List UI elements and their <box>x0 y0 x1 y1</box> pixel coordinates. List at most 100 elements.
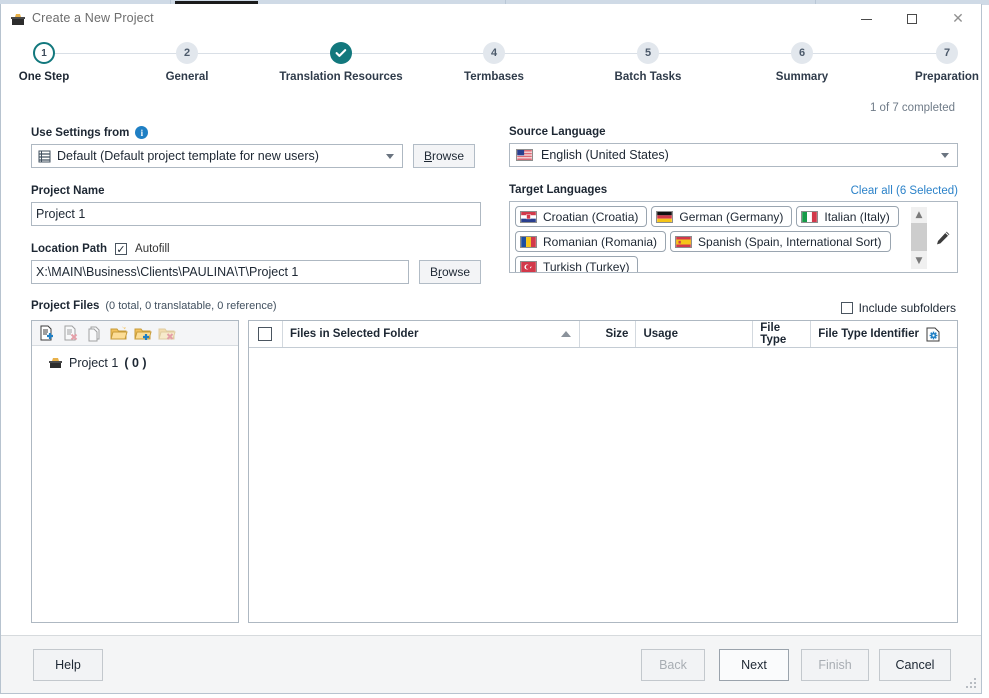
target-languages-box[interactable]: Croatian (Croatia) German (Germany) Ital… <box>509 201 958 273</box>
project-name-value: Project 1 <box>36 207 86 221</box>
clear-all-link[interactable]: Clear all (6 Selected) <box>851 185 958 197</box>
steps-completed-note: 1 of 7 completed <box>869 102 955 114</box>
source-language-dropdown[interactable]: English (United States) <box>509 143 958 167</box>
flag-de-icon <box>656 210 674 223</box>
select-all-checkbox[interactable] <box>258 327 273 341</box>
column-settings-icon[interactable] <box>926 327 940 342</box>
remove-folder-icon <box>157 324 176 343</box>
add-file-icon[interactable] <box>37 324 56 343</box>
chip-german[interactable]: German (Germany) <box>651 206 793 227</box>
chip-croatian-label: Croatian (Croatia) <box>543 209 639 224</box>
grid-col-size[interactable]: Size <box>580 321 637 347</box>
chip-spanish-label: Spanish (Spain, International Sort) <box>698 234 882 249</box>
grid-col-file-type-identifier-label: File Type Identifier <box>818 328 919 340</box>
chip-croatian[interactable]: Croatian (Croatia) <box>515 206 648 227</box>
target-languages-scrollbar[interactable]: ▲ ▼ <box>911 207 927 269</box>
maximize-button[interactable] <box>889 4 935 34</box>
include-subfolders-checkbox[interactable] <box>840 302 853 314</box>
browse-location-button[interactable]: Browse <box>419 260 481 284</box>
step-6-label: Summary <box>775 71 829 83</box>
grid-col-usage-label: Usage <box>643 328 678 340</box>
step-3-translation-resources[interactable]: Translation Resources <box>261 42 421 83</box>
step-2-badge: 2 <box>176 42 198 64</box>
step-7-preparation[interactable]: 7 Preparation <box>907 42 987 83</box>
use-settings-from-value: Default (Default project template for ne… <box>57 149 319 163</box>
browse-settings-accel: B <box>423 149 432 163</box>
flag-it-icon <box>801 210 819 223</box>
minimize-button[interactable] <box>843 4 889 34</box>
tree-node-project[interactable]: Project 1 ( 0 ) <box>32 346 238 370</box>
step-2-general[interactable]: 2 General <box>147 42 227 83</box>
step-1-one-step[interactable]: 1 One Step <box>4 42 84 83</box>
project-files-label: Project Files <box>31 300 100 312</box>
grid-select-all-header[interactable] <box>249 321 283 347</box>
chip-italian-label: Italian (Italy) <box>824 209 890 224</box>
project-name-label: Project Name <box>31 185 105 197</box>
folder-tree-toolbar <box>32 321 238 346</box>
chip-romanian[interactable]: Romanian (Romania) <box>515 231 667 252</box>
pencil-icon[interactable] <box>935 230 951 246</box>
use-settings-from-text: Use Settings from <box>31 126 130 139</box>
step-4-termbases[interactable]: 4 Termbases <box>454 42 534 83</box>
step-7-label: Preparation <box>915 71 979 83</box>
step-5-batch-tasks[interactable]: 5 Batch Tasks <box>608 42 688 83</box>
scroll-up-icon[interactable]: ▲ <box>911 207 927 223</box>
project-files-counts: (0 total, 0 translatable, 0 reference) <box>105 300 277 312</box>
cancel-button[interactable]: Cancel <box>879 649 951 681</box>
location-path-input[interactable]: X:\MAIN\Business\Clients\PAULINA\T\Proje… <box>31 260 409 284</box>
files-grid-body[interactable] <box>249 348 957 622</box>
open-folder-icon[interactable] <box>109 324 128 343</box>
chip-turkish[interactable]: Turkish (Turkey) <box>515 256 639 273</box>
include-subfolders-label: Include subfolders <box>858 301 956 315</box>
project-name-input[interactable]: Project 1 <box>31 202 481 226</box>
chip-turkish-label: Turkish (Turkey) <box>543 259 630 273</box>
flag-es-icon <box>675 235 693 248</box>
chip-german-label: German (Germany) <box>679 209 784 224</box>
scrollbar-thumb[interactable] <box>911 223 927 251</box>
use-settings-from-label: Use Settings from i <box>31 126 481 139</box>
location-path-text: Location Path <box>31 243 108 255</box>
use-settings-from-dropdown[interactable]: Default (Default project template for ne… <box>31 144 403 168</box>
check-icon: ✓ <box>116 242 126 256</box>
grid-col-file-type[interactable]: File Type <box>753 321 812 347</box>
step-6-badge: 6 <box>791 42 813 64</box>
folder-tree-pane: Project 1 ( 0 ) <box>31 320 239 623</box>
step-3-badge <box>330 42 352 64</box>
step-7-badge: 7 <box>936 42 958 64</box>
step-6-summary[interactable]: 6 Summary <box>762 42 842 83</box>
files-grid-pane: Files in Selected Folder Size Usage File… <box>248 320 958 623</box>
remove-file-icon <box>61 324 80 343</box>
sort-ascending-icon <box>560 331 571 337</box>
step-5-badge: 5 <box>637 42 659 64</box>
next-button[interactable]: Next <box>719 649 789 681</box>
step-4-badge: 4 <box>483 42 505 64</box>
grid-col-file-type-label: File Type <box>760 322 787 346</box>
chip-italian[interactable]: Italian (Italy) <box>796 206 899 227</box>
create-new-project-dialog: Create a New Project ✕ 1 One Step 2 Gene… <box>0 4 982 694</box>
flag-ro-icon <box>520 235 537 248</box>
project-box-icon <box>11 14 25 25</box>
resize-grip-icon[interactable] <box>965 678 977 690</box>
autofill-checkbox[interactable]: ✓ <box>115 242 128 256</box>
window-controls: ✕ <box>843 4 981 34</box>
browse-settings-button[interactable]: Browse <box>413 144 475 168</box>
project-files-section: Project Files (0 total, 0 translatable, … <box>31 300 958 623</box>
close-icon: ✕ <box>952 11 964 27</box>
step-4-label: Termbases <box>464 71 524 83</box>
include-subfolders-row[interactable]: Include subfolders <box>840 301 956 315</box>
project-files-panes: Project 1 ( 0 ) Files in Selected Folder… <box>31 320 958 623</box>
help-button[interactable]: Help <box>33 649 103 681</box>
info-icon[interactable]: i <box>135 126 149 139</box>
grid-col-name[interactable]: Files in Selected Folder <box>283 321 580 347</box>
grid-col-file-type-identifier[interactable]: File Type Identifier <box>811 321 957 347</box>
chip-spanish[interactable]: Spanish (Spain, International Sort) <box>670 231 891 252</box>
add-folder-icon[interactable] <box>133 324 152 343</box>
location-path-label: Location Path ✓ Autofill <box>31 243 481 255</box>
tree-node-count: ( 0 ) <box>124 356 147 370</box>
autofill-label: Autofill <box>135 243 170 255</box>
close-button[interactable]: ✕ <box>935 4 981 34</box>
scroll-down-icon[interactable]: ▼ <box>911 253 927 269</box>
grid-col-usage[interactable]: Usage <box>636 321 754 347</box>
window-title: Create a New Project <box>32 11 154 25</box>
form-right-column: Source Language English (United States) … <box>509 126 958 273</box>
